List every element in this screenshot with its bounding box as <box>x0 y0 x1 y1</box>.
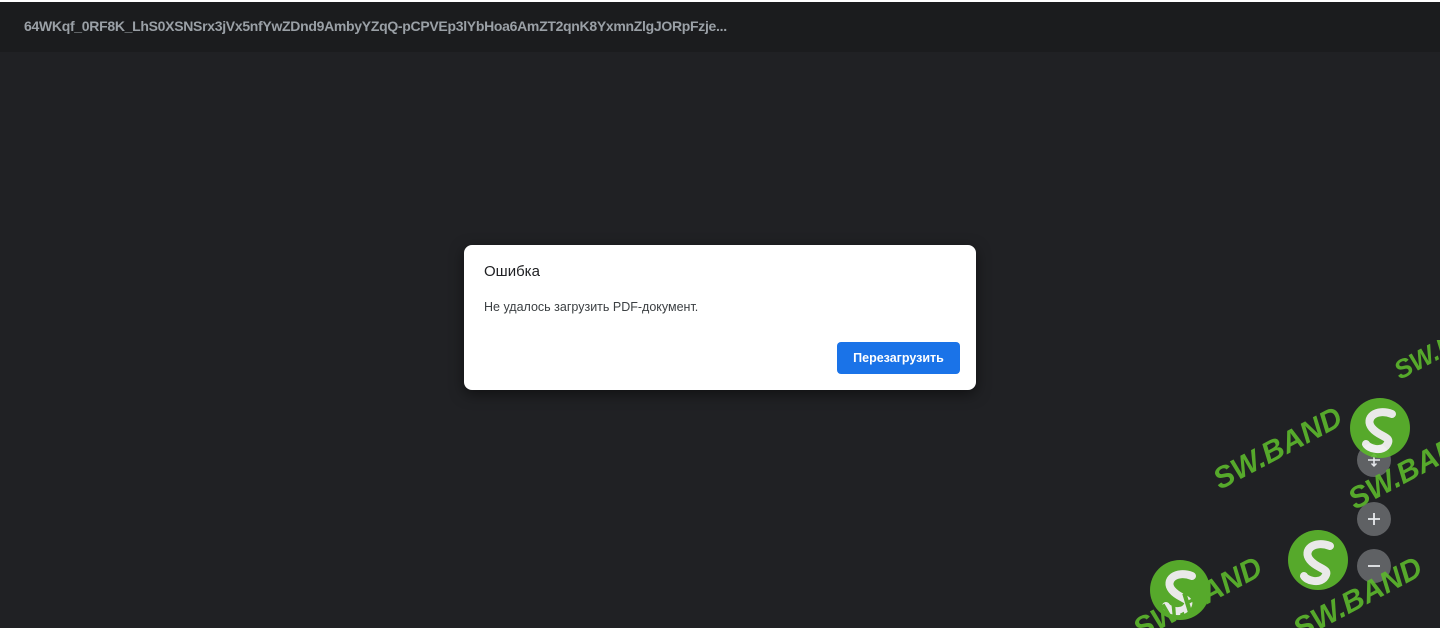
pdf-viewer: 64WKqf_0RF8K_LhS0XSNSrx3jVx5nfYwZDnd9Amb… <box>0 0 1440 628</box>
watermark-text: SW.BAND <box>1128 551 1268 628</box>
zoom-out-button[interactable] <box>1357 549 1391 583</box>
watermark-circle-icon <box>1150 560 1210 620</box>
watermark-logo: SW.BAND SW.BAND SW.BAND SW.BAND SW.BAND <box>1128 340 1440 628</box>
watermark-text: SW.BAND <box>1208 401 1348 496</box>
viewer-toolbar: 64WKqf_0RF8K_LhS0XSNSrx3jVx5nfYwZDnd9Amb… <box>0 0 1440 52</box>
watermark-text: SW.BAND <box>1343 421 1440 516</box>
dialog-title: Ошибка <box>484 263 540 280</box>
watermark-text: SW.BAND <box>1389 340 1440 385</box>
fit-page-button[interactable] <box>1357 443 1391 477</box>
error-dialog: Ошибка Не удалось загрузить PDF-документ… <box>464 245 976 390</box>
watermark-circle-icon <box>1288 530 1348 590</box>
zoom-in-button[interactable] <box>1357 502 1391 536</box>
reload-button[interactable]: Перезагрузить <box>837 342 960 374</box>
dialog-message: Не удалось загрузить PDF-документ. <box>484 300 699 314</box>
document-title: 64WKqf_0RF8K_LhS0XSNSrx3jVx5nfYwZDnd9Amb… <box>24 18 727 34</box>
zoom-in-icon <box>1368 513 1380 525</box>
zoom-out-icon <box>1368 565 1380 567</box>
fit-page-icon <box>1368 453 1380 467</box>
